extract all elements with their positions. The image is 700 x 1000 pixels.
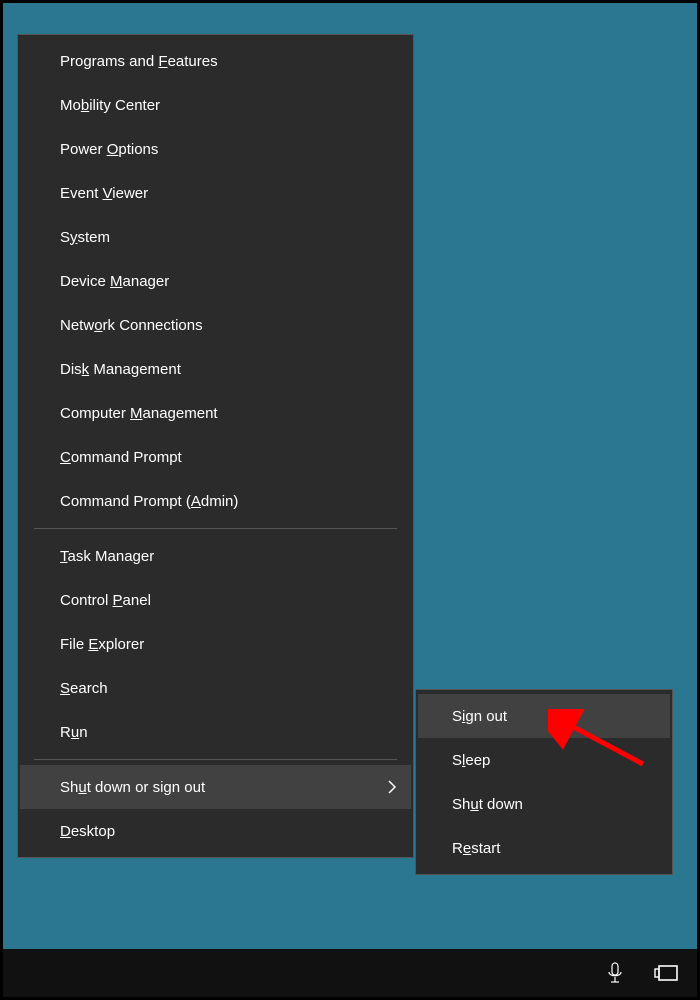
menu-item-label: Event Viewer xyxy=(60,185,148,202)
task-view-icon[interactable] xyxy=(645,949,689,997)
menu-item-label: Mobility Center xyxy=(60,97,160,114)
menu-item-label: Command Prompt (Admin) xyxy=(60,493,238,510)
menu-item-label: Network Connections xyxy=(60,317,203,334)
menu-item-label: File Explorer xyxy=(60,636,144,653)
menu-item-label: Sign out xyxy=(452,708,507,725)
menu-item-command-prompt-admin[interactable]: Command Prompt (Admin) xyxy=(20,479,411,523)
menu-item-mobility-center[interactable]: Mobility Center xyxy=(20,83,411,127)
menu-item-label: Search xyxy=(60,680,108,697)
menu-item-programs-and-features[interactable]: Programs and Features xyxy=(20,39,411,83)
shutdown-submenu: Sign out Sleep Shut down Restart xyxy=(415,689,673,875)
menu-item-label: Programs and Features xyxy=(60,53,218,70)
menu-item-label: Device Manager xyxy=(60,273,169,290)
menu-item-label: Desktop xyxy=(60,823,115,840)
menu-item-control-panel[interactable]: Control Panel xyxy=(20,578,411,622)
menu-item-label: Shut down or sign out xyxy=(60,779,205,796)
menu-item-run[interactable]: Run xyxy=(20,710,411,754)
menu-item-system[interactable]: System xyxy=(20,215,411,259)
menu-item-command-prompt[interactable]: Command Prompt xyxy=(20,435,411,479)
menu-separator xyxy=(34,759,397,760)
menu-separator xyxy=(34,528,397,529)
menu-item-disk-management[interactable]: Disk Management xyxy=(20,347,411,391)
submenu-item-sign-out[interactable]: Sign out xyxy=(418,694,670,738)
menu-item-shut-down-or-sign-out[interactable]: Shut down or sign out xyxy=(20,765,411,809)
menu-item-label: Shut down xyxy=(452,796,523,813)
menu-item-power-options[interactable]: Power Options xyxy=(20,127,411,171)
menu-item-label: Disk Management xyxy=(60,361,181,378)
menu-item-task-manager[interactable]: Task Manager xyxy=(20,534,411,578)
menu-item-search[interactable]: Search xyxy=(20,666,411,710)
menu-item-computer-management[interactable]: Computer Management xyxy=(20,391,411,435)
winx-context-menu: Programs and Features Mobility Center Powe… xyxy=(17,34,414,858)
menu-item-label: Computer Management xyxy=(60,405,218,422)
menu-item-label: Task Manager xyxy=(60,548,154,565)
microphone-icon[interactable] xyxy=(593,949,637,997)
submenu-item-shut-down[interactable]: Shut down xyxy=(418,782,670,826)
menu-item-label: Control Panel xyxy=(60,592,151,609)
menu-item-label: Restart xyxy=(452,840,500,857)
menu-item-label: System xyxy=(60,229,110,246)
submenu-item-sleep[interactable]: Sleep xyxy=(418,738,670,782)
menu-item-event-viewer[interactable]: Event Viewer xyxy=(20,171,411,215)
menu-item-label: Power Options xyxy=(60,141,158,158)
menu-item-label: Sleep xyxy=(452,752,490,769)
menu-item-label: Run xyxy=(60,724,88,741)
submenu-item-restart[interactable]: Restart xyxy=(418,826,670,870)
menu-item-file-explorer[interactable]: File Explorer xyxy=(20,622,411,666)
chevron-right-icon xyxy=(387,779,397,795)
taskbar xyxy=(3,949,697,997)
menu-item-label: Command Prompt xyxy=(60,449,182,466)
menu-item-network-connections[interactable]: Network Connections xyxy=(20,303,411,347)
menu-item-device-manager[interactable]: Device Manager xyxy=(20,259,411,303)
menu-item-desktop[interactable]: Desktop xyxy=(20,809,411,853)
desktop-background[interactable]: Programs and Features Mobility Center Powe… xyxy=(3,3,697,997)
